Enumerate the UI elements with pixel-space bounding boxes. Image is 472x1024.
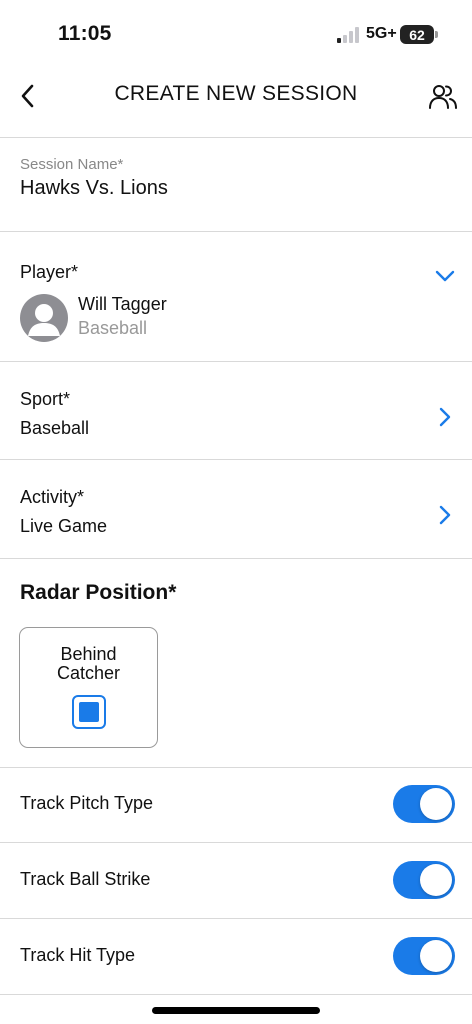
signal-icon <box>337 27 359 43</box>
toggle-row-ball-strike: Track Ball Strike <box>0 843 472 919</box>
home-indicator <box>152 1007 320 1014</box>
track-hit-type-toggle[interactable] <box>393 937 455 975</box>
radar-option-label: Behind Catcher <box>56 644 121 683</box>
player-sport: Baseball <box>78 318 148 338</box>
chevron-down-icon <box>435 270 455 282</box>
network-type: 5G+ <box>366 25 397 42</box>
battery-icon: 62 <box>400 25 438 44</box>
chevron-right-icon <box>439 505 451 525</box>
page-title: CREATE NEW SESSION <box>114 82 358 105</box>
avatar <box>20 294 68 342</box>
track-pitch-type-toggle[interactable] <box>393 785 455 823</box>
radar-position-title: Radar Position* <box>20 581 177 604</box>
radar-option-behind-catcher[interactable]: Behind Catcher <box>19 627 158 748</box>
toggle-knob <box>420 864 452 896</box>
player-name: Will Tagger <box>78 294 167 314</box>
sport-selector[interactable]: Sport* Baseball <box>0 362 472 460</box>
checkbox-fill-icon <box>79 702 99 722</box>
toggle-label: Track Hit Type <box>20 945 136 965</box>
status-bar: 11:05 5G+ 62 <box>0 0 472 62</box>
radar-position-section: Radar Position* Behind Catcher <box>0 559 472 768</box>
session-name-input[interactable] <box>20 177 440 200</box>
session-name-field: Session Name* <box>0 139 472 232</box>
toggle-row-pitch-type: Track Pitch Type <box>0 767 472 843</box>
toggle-knob <box>420 788 452 820</box>
player-selector[interactable]: Player* Will Tagger Baseball <box>0 232 472 362</box>
chevron-right-icon <box>439 407 451 427</box>
users-button[interactable] <box>426 80 460 114</box>
toggle-row-hit-type: Track Hit Type <box>0 919 472 995</box>
toggle-label: Track Ball Strike <box>20 869 151 889</box>
activity-label: Activity* <box>20 487 85 507</box>
users-icon <box>429 85 457 109</box>
activity-selector[interactable]: Activity* Live Game <box>0 460 472 559</box>
nav-bar: CREATE NEW SESSION <box>0 62 472 138</box>
radar-option-checkbox[interactable] <box>72 695 106 729</box>
person-icon <box>28 304 60 336</box>
toggle-knob <box>420 940 452 972</box>
sport-label: Sport* <box>20 389 71 409</box>
toggle-label: Track Pitch Type <box>20 793 154 813</box>
track-ball-strike-toggle[interactable] <box>393 861 455 899</box>
player-label: Player* <box>20 262 79 282</box>
activity-value: Live Game <box>20 516 108 536</box>
session-name-label: Session Name* <box>20 156 124 173</box>
sport-value: Baseball <box>20 418 90 438</box>
status-time: 11:05 <box>58 22 112 45</box>
